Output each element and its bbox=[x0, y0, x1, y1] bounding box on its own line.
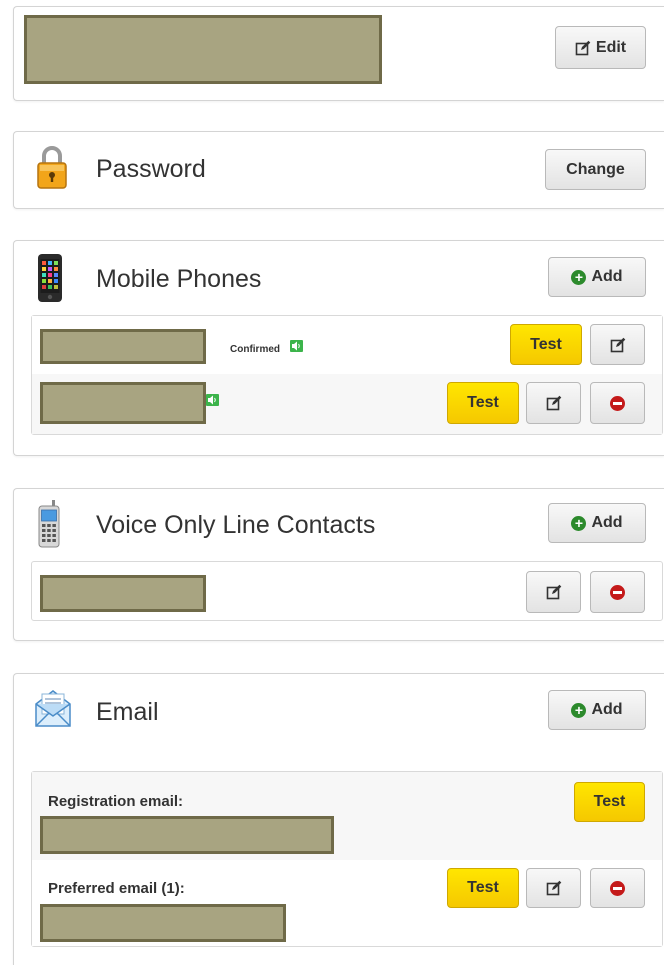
add-label: Add bbox=[591, 514, 623, 531]
edit-preferred-email-button[interactable] bbox=[526, 868, 581, 908]
password-panel: Password Change bbox=[13, 131, 664, 209]
add-email-button[interactable]: + Add bbox=[548, 690, 646, 730]
redacted-name bbox=[24, 15, 382, 84]
test-preferred-email-button[interactable]: Test bbox=[447, 868, 519, 908]
remove-preferred-email-button[interactable] bbox=[590, 868, 645, 908]
voice-line-title: Voice Only Line Contacts bbox=[96, 511, 376, 539]
redacted-phone-2 bbox=[40, 382, 206, 424]
test-label: Test bbox=[530, 335, 562, 353]
confirmed-status: Confirmed bbox=[230, 344, 280, 355]
remove-icon bbox=[610, 584, 625, 600]
add-mobile-phone-button[interactable]: + Add bbox=[548, 257, 646, 297]
edit-voice-line-button[interactable] bbox=[526, 571, 581, 613]
edit-icon bbox=[575, 40, 591, 55]
plus-icon: + bbox=[571, 702, 587, 718]
test-phone-2-button[interactable]: Test bbox=[447, 382, 519, 424]
add-label: Add bbox=[591, 268, 623, 285]
add-voice-line-button[interactable]: + Add bbox=[548, 503, 646, 543]
test-label: Test bbox=[467, 394, 499, 411]
remove-phone-2-button[interactable] bbox=[590, 382, 645, 424]
edit-phone-2-button[interactable] bbox=[526, 382, 581, 424]
plus-icon: + bbox=[571, 269, 587, 285]
profile-panel: Edit bbox=[13, 6, 664, 101]
change-label: Change bbox=[566, 160, 625, 178]
voice-phone-icon bbox=[38, 500, 60, 548]
password-title: Password bbox=[96, 155, 206, 183]
redacted-preferred-email bbox=[40, 904, 286, 942]
email-list: Registration email: Test Preferred email… bbox=[31, 771, 663, 947]
redacted-registration-email bbox=[40, 816, 334, 854]
test-phone-1-button[interactable]: Test bbox=[510, 324, 582, 365]
add-label: Add bbox=[591, 701, 623, 718]
test-label: Test bbox=[593, 793, 626, 810]
plus-icon: + bbox=[571, 515, 587, 531]
remove-voice-line-button[interactable] bbox=[590, 571, 645, 613]
edit-icon bbox=[546, 395, 561, 411]
sound-icon bbox=[290, 340, 303, 352]
redacted-voice-line bbox=[40, 575, 206, 612]
voice-line-list bbox=[31, 561, 663, 621]
lock-icon bbox=[37, 146, 67, 189]
mobile-phone-icon bbox=[38, 254, 62, 302]
email-panel: Email + Add Registration email: Test Pre… bbox=[13, 673, 664, 965]
test-registration-email-button[interactable]: Test bbox=[574, 782, 645, 822]
email-title: Email bbox=[96, 698, 159, 726]
preferred-email-label: Preferred email (1): bbox=[48, 880, 185, 897]
edit-label: Edit bbox=[595, 38, 627, 56]
redacted-phone-1 bbox=[40, 329, 206, 364]
test-label: Test bbox=[467, 879, 499, 896]
edit-phone-1-button[interactable] bbox=[590, 324, 645, 365]
mobile-phones-panel: Mobile Phones + Add Confirmed Test Test bbox=[13, 240, 664, 456]
edit-icon bbox=[546, 584, 561, 600]
envelope-icon bbox=[35, 690, 71, 727]
remove-icon bbox=[610, 880, 625, 896]
edit-profile-button[interactable]: Edit bbox=[555, 26, 646, 69]
mobile-phones-title: Mobile Phones bbox=[96, 265, 262, 293]
voice-line-panel: Voice Only Line Contacts + Add bbox=[13, 488, 664, 641]
mobile-phone-list: Confirmed Test Test bbox=[31, 315, 663, 435]
change-password-button[interactable]: Change bbox=[545, 149, 646, 190]
remove-icon bbox=[610, 395, 625, 411]
sound-icon bbox=[206, 394, 219, 406]
edit-icon bbox=[610, 337, 625, 352]
edit-icon bbox=[546, 880, 561, 896]
registration-email-label: Registration email: bbox=[48, 793, 184, 810]
